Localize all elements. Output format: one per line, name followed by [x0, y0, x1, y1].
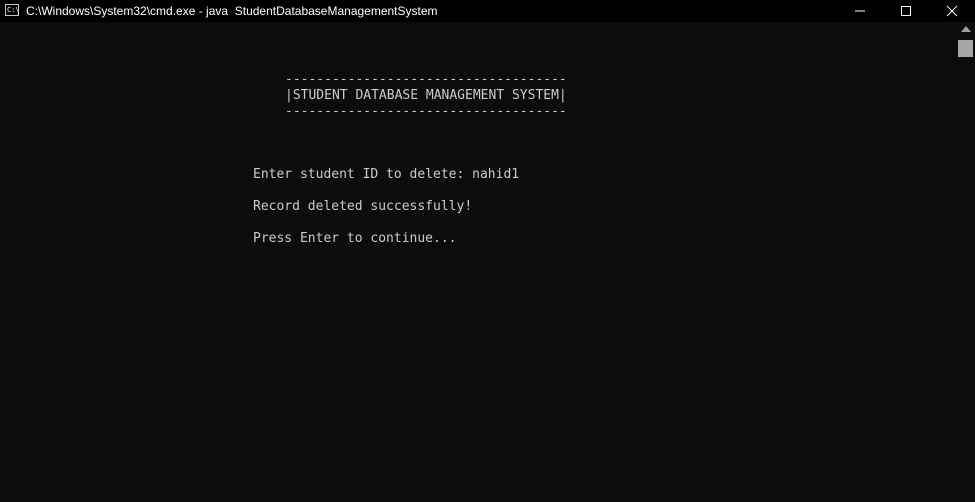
vertical-scrollbar[interactable] — [957, 22, 975, 502]
cmd-app-icon-label: C:\ — [7, 6, 20, 14]
cmd-window: C:\ C:\Windows\System32\cmd.exe - java S… — [0, 0, 975, 502]
maximize-button[interactable] — [883, 0, 929, 22]
close-button[interactable] — [929, 0, 975, 22]
scroll-thumb[interactable] — [958, 40, 973, 57]
continue-prompt-line: Press Enter to continue... — [253, 231, 457, 246]
banner-title: |STUDENT DATABASE MANAGEMENT SYSTEM| — [285, 88, 567, 103]
window-title: C:\Windows\System32\cmd.exe - java Stude… — [26, 4, 438, 18]
delete-prompt-line: Enter student ID to delete: nahid1 — [253, 167, 520, 182]
banner-top-border: ------------------------------------ — [285, 72, 567, 87]
banner-bottom-border: ------------------------------------ — [285, 104, 567, 119]
minimize-icon — [855, 10, 865, 12]
title-bar[interactable]: C:\ C:\Windows\System32\cmd.exe - java S… — [0, 0, 975, 22]
scroll-up-arrow-icon[interactable] — [961, 26, 971, 32]
close-icon — [946, 5, 958, 17]
console-output[interactable]: ------------------------------------ |ST… — [0, 22, 957, 502]
maximize-icon — [901, 6, 911, 16]
minimize-button[interactable] — [837, 0, 883, 22]
delete-result-line: Record deleted successfully! — [253, 199, 473, 214]
cmd-app-icon[interactable]: C:\ — [5, 4, 20, 16]
